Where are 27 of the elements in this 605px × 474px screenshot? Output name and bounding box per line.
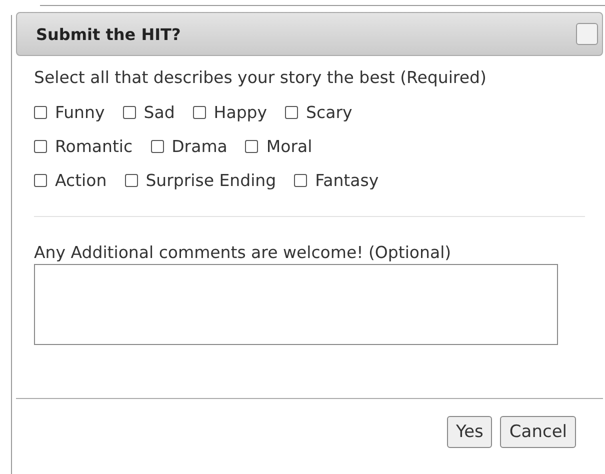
option-label: Happy: [214, 102, 268, 122]
close-button[interactable]: [576, 23, 598, 45]
question-text: Select all that describes your story the best (Required): [34, 68, 488, 87]
option-label: Funny: [55, 102, 105, 122]
comments-label: Any Additional comments are welcome! (Optional): [34, 243, 452, 262]
option-label: Fantasy: [315, 170, 379, 190]
option-label: Drama: [172, 136, 228, 156]
checkbox[interactable]: [124, 174, 138, 186]
checkbox[interactable]: [294, 174, 308, 186]
option-label: Moral: [266, 136, 312, 156]
comments-field[interactable]: [34, 264, 558, 345]
checkbox[interactable]: [122, 106, 136, 118]
option-label: Scary: [306, 102, 352, 122]
yes-button[interactable]: Yes: [446, 416, 492, 448]
checkbox[interactable]: [192, 106, 206, 118]
option-label: Action: [55, 170, 107, 190]
checkbox[interactable]: [34, 140, 47, 152]
option-label: Surprise Ending: [146, 170, 276, 190]
option-label: Romantic: [55, 136, 133, 156]
checkbox[interactable]: [150, 140, 164, 152]
checkbox[interactable]: [245, 140, 258, 152]
option-label: Sad: [144, 102, 175, 122]
cancel-button[interactable]: Cancel: [500, 416, 576, 448]
checkbox[interactable]: [34, 174, 47, 186]
checkbox[interactable]: [34, 106, 47, 118]
dialog-title: Submit the HIT?: [36, 24, 181, 44]
checkbox[interactable]: [285, 106, 298, 118]
